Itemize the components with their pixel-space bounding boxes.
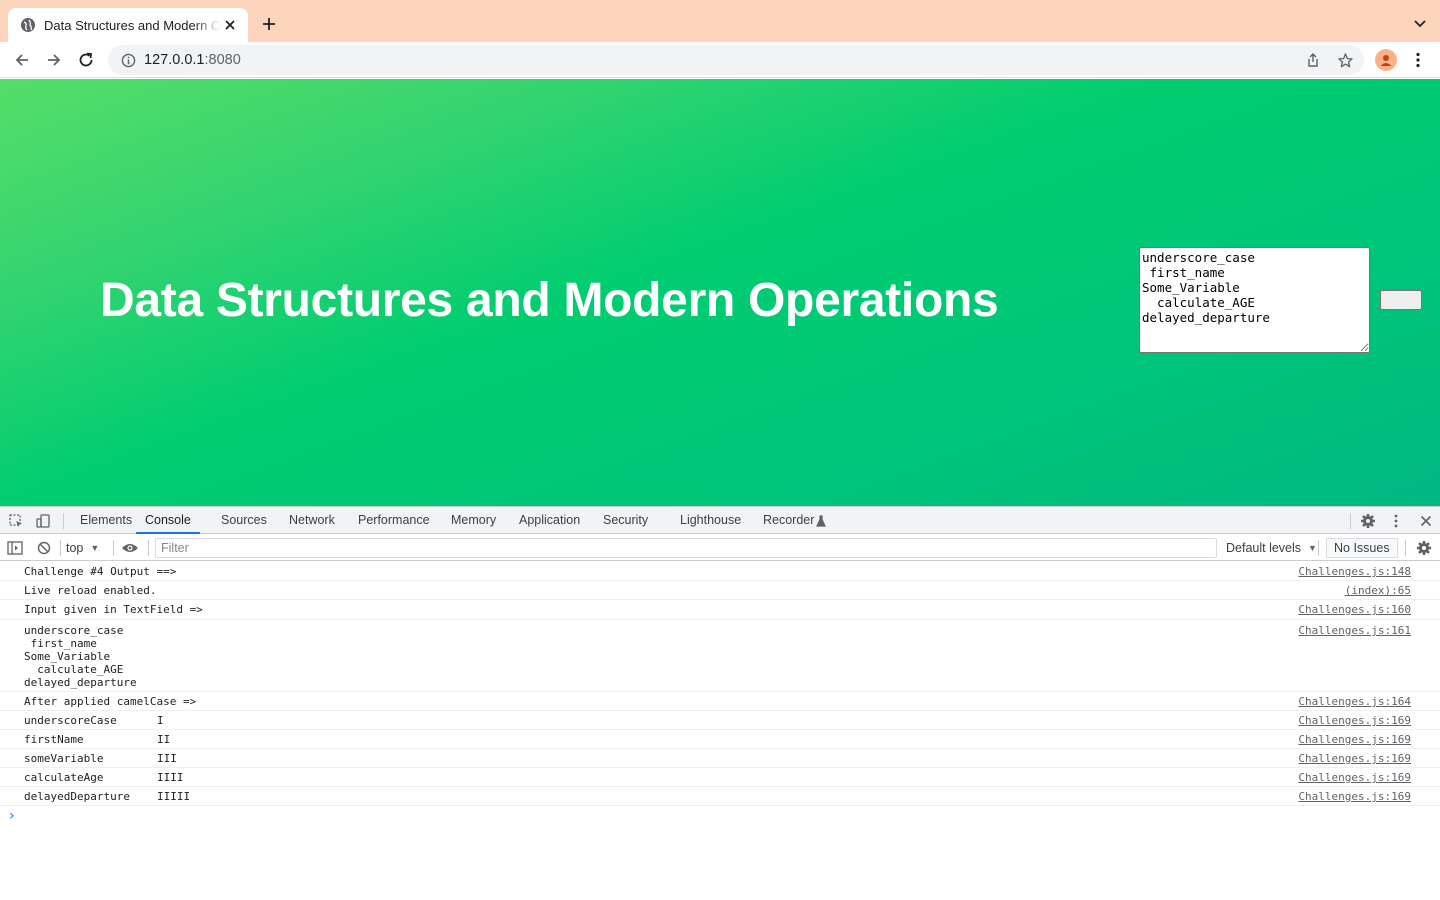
console-message: underscoreCase I Challenges.js:169 <box>0 711 1440 730</box>
tab-sources[interactable]: Sources <box>221 507 267 534</box>
dropdown-arrow-icon: ▼ <box>90 543 100 553</box>
tab-memory[interactable]: Memory <box>451 507 496 534</box>
toolbar-divider <box>63 513 64 529</box>
message-arg: II <box>157 733 171 746</box>
tab-security[interactable]: Security <box>603 507 648 534</box>
dropdown-arrow-icon: ▼ <box>1308 543 1317 553</box>
source-link[interactable]: Challenges.js:169 <box>1298 790 1411 803</box>
back-arrow-icon[interactable] <box>10 48 34 72</box>
console-message: calculateAge IIII Challenges.js:169 <box>0 768 1440 787</box>
console-message: someVariable III Challenges.js:169 <box>0 749 1440 768</box>
console-message: delayedDeparture IIIII Challenges.js:169 <box>0 787 1440 806</box>
toolbar-divider <box>1350 513 1351 529</box>
flask-icon <box>815 512 827 530</box>
toolbar-divider <box>113 540 114 556</box>
source-link[interactable]: Challenges.js:160 <box>1298 603 1411 616</box>
source-link[interactable]: Challenges.js:161 <box>1298 624 1411 637</box>
tab-elements[interactable]: Elements <box>80 507 132 534</box>
browser-tab[interactable]: Data Structures and Modern Operations <box>8 8 248 42</box>
message-text: firstName <box>24 733 84 746</box>
close-devtools-icon[interactable] <box>1417 512 1435 530</box>
globe-icon <box>20 17 36 33</box>
live-expression-eye-icon[interactable] <box>121 539 139 557</box>
browser-toolbar: 127.0.0.1:8080 <box>0 42 1440 78</box>
log-levels-label: Default levels <box>1226 541 1302 555</box>
context-select[interactable]: top ▼ <box>66 539 99 557</box>
message-arg: IIIII <box>157 790 191 803</box>
source-link[interactable]: Challenges.js:164 <box>1298 695 1411 708</box>
profile-avatar-icon[interactable] <box>1375 49 1397 71</box>
message-text: underscore_case first_name Some_Variable… <box>24 624 137 689</box>
info-icon[interactable] <box>120 52 136 68</box>
tab-performance[interactable]: Performance <box>358 507 430 534</box>
console-message: Input given in TextField => Challenges.j… <box>0 600 1440 620</box>
settings-gear-icon[interactable] <box>1359 512 1377 530</box>
context-label: top <box>66 541 84 555</box>
page-title: Data Structures and Modern Operations <box>100 274 999 327</box>
message-text: calculateAge <box>24 771 104 784</box>
address-bar[interactable]: 127.0.0.1:8080 <box>108 45 1364 75</box>
new-tab-button[interactable] <box>258 13 280 35</box>
devtools-menu-icon[interactable] <box>1387 512 1405 530</box>
source-link[interactable]: Challenges.js:169 <box>1298 771 1411 784</box>
device-toolbar-icon[interactable] <box>34 512 52 530</box>
console-message: firstName II Challenges.js:169 <box>0 730 1440 749</box>
toolbar-divider <box>1405 540 1406 556</box>
message-text: Input given in TextField => <box>24 603 203 616</box>
message-text: After applied camelCase => <box>24 695 197 708</box>
issues-button[interactable]: No Issues <box>1326 538 1398 558</box>
message-text: Challenge #4 Output ==> <box>24 565 177 578</box>
console-message: Live reload enabled. (index):65 <box>0 581 1440 600</box>
reload-icon[interactable] <box>74 48 98 72</box>
bookmark-star-icon[interactable] <box>1336 51 1354 69</box>
source-link[interactable]: Challenges.js:169 <box>1298 714 1411 727</box>
console-message: After applied camelCase => Challenges.js… <box>0 692 1440 711</box>
console-toolbar: top ▼ Filter Default levels ▼ No Issues <box>0 535 1440 561</box>
console-settings-gear-icon[interactable] <box>1415 539 1433 557</box>
tab-title: Data Structures and Modern Operations <box>44 17 220 33</box>
toolbar-divider <box>1318 540 1319 556</box>
prompt-caret-icon: › <box>9 808 15 824</box>
forward-arrow-icon[interactable] <box>42 48 66 72</box>
devtools-panel: Elements Console Sources Network Perform… <box>0 506 1440 900</box>
tab-strip: Data Structures and Modern Operations <box>0 0 1440 42</box>
message-text: delayedDeparture <box>24 790 130 803</box>
message-arg: I <box>157 714 164 727</box>
message-arg: III <box>157 752 177 765</box>
tab-network[interactable]: Network <box>289 507 335 534</box>
console-prompt[interactable]: › <box>0 806 1440 828</box>
browser-menu-icon[interactable] <box>1410 51 1426 69</box>
console-messages: Challenge #4 Output ==> Challenges.js:14… <box>0 562 1440 828</box>
tab-application[interactable]: Application <box>519 507 580 534</box>
devtools-tabbar: Elements Console Sources Network Perform… <box>0 507 1440 534</box>
close-tab-icon[interactable] <box>222 17 238 33</box>
toolbar-divider <box>148 540 149 556</box>
console-message: Challenge #4 Output ==> Challenges.js:14… <box>0 562 1440 581</box>
tab-recorder[interactable]: Recorder <box>763 507 814 534</box>
inspect-element-icon[interactable] <box>7 512 25 530</box>
message-arg: IIII <box>157 771 184 784</box>
console-message: underscore_case first_name Some_Variable… <box>0 620 1440 692</box>
toolbar-divider <box>60 540 61 556</box>
tab-console[interactable]: Console <box>136 507 200 534</box>
source-link[interactable]: Challenges.js:148 <box>1298 565 1411 578</box>
tab-search-chevron-icon[interactable] <box>1412 15 1428 31</box>
message-text: someVariable <box>24 752 104 765</box>
tab-lighthouse[interactable]: Lighthouse <box>680 507 741 534</box>
source-link[interactable]: Challenges.js:169 <box>1298 733 1411 746</box>
source-link[interactable]: Challenges.js:169 <box>1298 752 1411 765</box>
message-text: Live reload enabled. <box>24 584 157 597</box>
source-link[interactable]: (index):65 <box>1345 584 1411 597</box>
console-filter-input[interactable]: Filter <box>155 538 1217 558</box>
textarea-input[interactable]: underscore_case first_name Some_Variable… <box>1139 247 1370 353</box>
url-host: 127.0.0.1 <box>144 52 205 68</box>
page-viewport: Data Structures and Modern Operations un… <box>0 79 1440 506</box>
share-icon[interactable] <box>1304 51 1322 69</box>
clear-console-icon[interactable] <box>35 539 53 557</box>
convert-button[interactable] <box>1380 290 1422 310</box>
log-levels-dropdown[interactable]: Default levels ▼ <box>1226 539 1317 557</box>
sidebar-toggle-icon[interactable] <box>6 539 24 557</box>
message-text: underscoreCase <box>24 714 117 727</box>
url-port: :8080 <box>204 52 241 68</box>
